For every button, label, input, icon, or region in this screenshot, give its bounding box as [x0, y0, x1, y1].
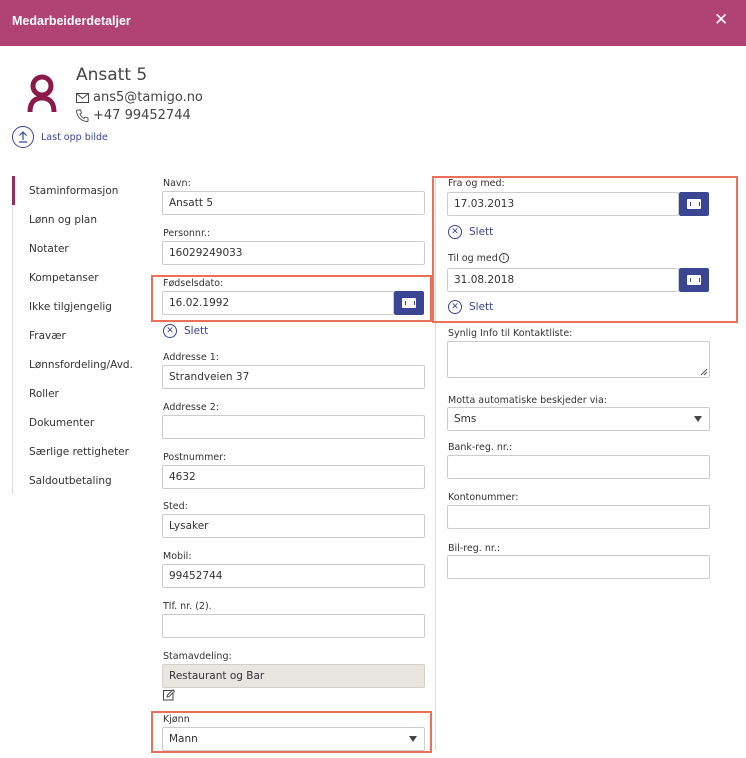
close-icon[interactable]: ✕	[714, 12, 728, 29]
navn-label: Navn:	[163, 178, 191, 189]
sidebar-item-fravaer[interactable]: Fravær	[29, 330, 66, 342]
personnr-input[interactable]: 16029249033	[162, 241, 425, 265]
sted-input[interactable]: Lysaker	[162, 514, 425, 538]
synlig-info-textarea[interactable]	[447, 341, 710, 378]
sidebar-item-roller[interactable]: Roller	[29, 388, 59, 400]
kontonummer-label: Kontonummer:	[448, 492, 519, 503]
mail-icon	[76, 92, 89, 103]
sidebar-item-dokumenter[interactable]: Dokumenter	[29, 417, 94, 429]
synlig-info-label: Synlig Info til Kontaktliste:	[448, 328, 573, 339]
employee-email: ans5@tamigo.no	[93, 90, 203, 105]
highlight-kjonn	[151, 711, 432, 753]
mobil-label: Mobil:	[163, 551, 192, 562]
postnummer-input[interactable]: 4632	[162, 465, 425, 489]
delete-icon: ✕	[163, 324, 177, 338]
motta-value: Sms	[454, 413, 477, 425]
navn-input[interactable]: Ansatt 5	[162, 191, 425, 215]
bil-reg-input[interactable]	[447, 555, 710, 579]
avatar-icon	[27, 74, 57, 112]
sidebar-item-ikke-tilgjengelig[interactable]: Ikke tilgjengelig	[29, 301, 112, 313]
highlight-fodselsdato	[151, 275, 432, 322]
employee-phone: +47 99452744	[93, 108, 191, 123]
bank-reg-input[interactable]	[447, 455, 710, 479]
delete-label: Slett	[184, 325, 209, 337]
bil-reg-label: Bil-reg. nr.:	[448, 543, 501, 554]
phone-row: +47 99452744	[76, 108, 191, 123]
bank-reg-label: Bank-reg. nr.:	[448, 442, 513, 453]
adresse2-input[interactable]	[162, 415, 425, 439]
phone-icon	[76, 109, 89, 122]
adresse2-label: Addresse 2:	[163, 402, 219, 413]
sidebar-item-saldoutbetaling[interactable]: Saldoutbetaling	[29, 475, 112, 487]
stamavdeling-label: Stamavdeling:	[163, 651, 232, 662]
tlf2-label: Tlf. nr. (2).	[163, 601, 212, 612]
fodselsdato-delete-button[interactable]: ✕ Slett	[163, 324, 208, 338]
upload-photo-label: Last opp bilde	[41, 131, 108, 143]
sidebar-item-kompetanser[interactable]: Kompetanser	[29, 272, 99, 284]
email-row: ans5@tamigo.no	[76, 90, 203, 105]
employee-name: Ansatt 5	[76, 65, 148, 85]
postnummer-label: Postnummer:	[163, 452, 227, 463]
sted-label: Sted:	[163, 501, 188, 512]
modal-header: Medarbeiderdetaljer ✕	[0, 0, 746, 46]
sidebar-item-lonn-og-plan[interactable]: Lønn og plan	[29, 214, 97, 226]
personnr-label: Personnr.:	[163, 228, 211, 239]
sidebar-item-staminformasjon[interactable]: Staminformasjon	[29, 185, 118, 197]
adresse1-input[interactable]: Strandveien 37	[162, 365, 425, 389]
sidebar-item-saerlige-rettigheter[interactable]: Særlige rettigheter	[29, 446, 129, 458]
upload-icon	[12, 126, 34, 148]
upload-photo-button[interactable]: Last opp bilde	[12, 126, 108, 148]
adresse1-label: Addresse 1:	[163, 352, 219, 363]
chevron-down-icon	[694, 416, 702, 422]
sidebar-item-lonnsfordeling[interactable]: Lønnsfordeling/Avd.	[29, 359, 133, 371]
sidebar-item-notater[interactable]: Notater	[29, 243, 69, 255]
sidebar-nav: Staminformasjon Lønn og plan Notater Kom…	[12, 176, 140, 494]
resize-handle-icon[interactable]	[700, 368, 708, 376]
motta-label: Motta automatiske beskjeder via:	[448, 395, 607, 406]
kontonummer-input[interactable]	[447, 505, 710, 529]
stamavdeling-input: Restaurant og Bar	[162, 664, 425, 688]
highlight-period	[432, 176, 738, 323]
mobil-input[interactable]: 99452744	[162, 564, 425, 588]
active-tab-indicator	[12, 176, 15, 205]
edit-icon[interactable]	[163, 689, 175, 701]
modal-title: Medarbeiderdetaljer	[12, 14, 131, 28]
tlf2-input[interactable]	[162, 614, 425, 638]
motta-select[interactable]: Sms	[447, 407, 710, 431]
